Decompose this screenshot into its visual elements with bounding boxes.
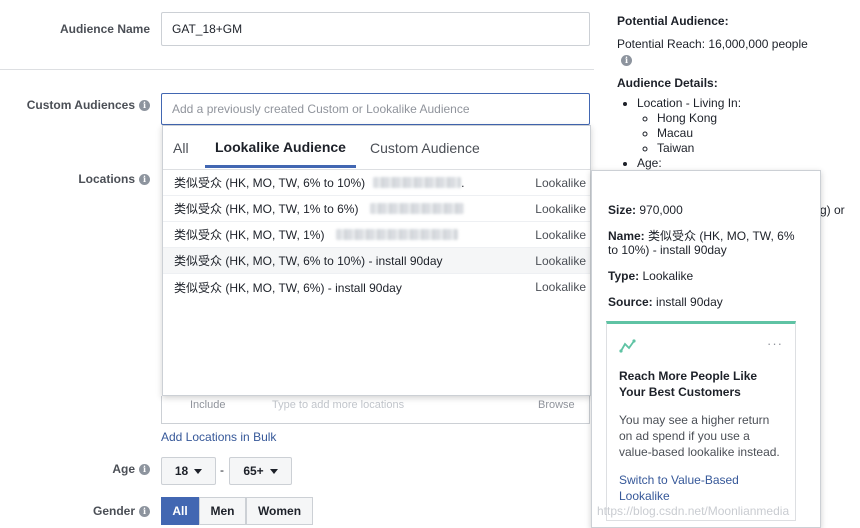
audience-type: Lookalike <box>535 201 586 216</box>
audience-name: 类似受众 (HK, MO, TW, 6%) - install 90day <box>174 280 402 295</box>
link-line: Switch to Value-Based <box>619 473 739 487</box>
audience-type: Lookalike <box>535 227 586 242</box>
gender-men-button[interactable]: Men <box>199 497 246 525</box>
source-label: Source: <box>608 295 653 309</box>
audience-name: 类似受众 (HK, MO, TW, 1% to 6%) <box>174 202 359 216</box>
tooltip-type: Type: Lookalike <box>608 269 693 283</box>
potential-audience-title: Potential Audience: <box>617 14 729 28</box>
audience-dropdown: All Lookalike Audience Custom Audience 类… <box>162 125 591 396</box>
source-value: install 90day <box>656 295 723 309</box>
info-icon[interactable]: i <box>139 100 150 112</box>
audience-name-input[interactable]: GAT_18+GM <box>161 12 590 46</box>
chevron-down-icon <box>194 468 203 474</box>
overflow-detail-text: g) or <box>820 203 845 217</box>
locations-input[interactable]: Include Type to add more locations Brows… <box>161 396 590 424</box>
locations-label-row: Locations i <box>20 172 150 186</box>
audience-details-title: Audience Details: <box>617 75 718 90</box>
custom-audiences-label-row: Custom Audiences i <box>20 98 150 112</box>
location-item: Taiwan <box>657 141 857 156</box>
age-max-select[interactable]: 65+ <box>229 457 292 485</box>
info-icon[interactable]: i <box>139 506 150 518</box>
tab-custom-audience[interactable]: Custom Audience <box>360 128 490 168</box>
audience-type: Lookalike <box>535 253 586 268</box>
age-min-select[interactable]: 18 <box>161 457 216 485</box>
size-value: 970,000 <box>639 203 683 217</box>
browse-button[interactable]: Browse <box>538 399 575 411</box>
location-item: Hong Kong <box>657 111 857 126</box>
audience-type: Lookalike <box>535 175 586 190</box>
list-item[interactable]: 类似受众 (HK, MO, TW, 6%) - install 90day Lo… <box>163 274 590 300</box>
audience-summary: Potential Audience: Potential Reach: 16,… <box>617 14 857 171</box>
switch-to-value-based-link[interactable]: Switch to Value-Based Lookalike <box>619 472 739 504</box>
more-options-icon[interactable]: ··· <box>767 336 783 351</box>
audience-name: 类似受众 (HK, MO, TW, 1%) <box>174 228 325 242</box>
list-item[interactable]: 类似受众 (HK, MO, TW, 6% to 10%). Lookalike <box>163 170 590 196</box>
audience-name: 类似受众 (HK, MO, TW, 6% to 10%) - install 9… <box>174 254 443 268</box>
section-divider <box>0 69 594 70</box>
list-item[interactable]: 类似受众 (HK, MO, TW, 1% to 6%) Lookalike <box>163 196 590 222</box>
include-selector[interactable]: Include <box>190 399 225 411</box>
type-value: Lookalike <box>642 269 694 283</box>
audience-detail-tooltip: Size: 970,000 Name: 类似受众 (HK, MO, TW, 6%… <box>591 170 821 528</box>
custom-audiences-placeholder: Add a previously created Custom or Looka… <box>172 102 470 116</box>
name-value-cont: to 10%) - install 90day <box>608 243 727 257</box>
custom-audiences-label: Custom Audiences <box>26 98 135 112</box>
locations-search-placeholder[interactable]: Type to add more locations <box>272 399 404 411</box>
size-label: Size: <box>608 203 637 217</box>
gender-women-button[interactable]: Women <box>246 497 313 525</box>
audience-details-list: Location - Living In: Hong Kong Macau Ta… <box>617 96 857 171</box>
location-detail: Location - Living In: Hong Kong Macau Ta… <box>637 96 857 156</box>
tab-all[interactable]: All <box>163 128 199 168</box>
tooltip-size: Size: 970,000 <box>608 203 683 217</box>
dropdown-tabs: All Lookalike Audience Custom Audience <box>163 128 590 170</box>
age-label: Age <box>112 462 135 476</box>
audience-name-label: Audience Name <box>59 22 150 36</box>
audience-suffix: . <box>461 175 465 190</box>
locations-label: Locations <box>78 172 135 186</box>
gender-label: Gender <box>92 504 135 518</box>
gender-all-button[interactable]: All <box>161 497 199 525</box>
age-detail: Age: <box>637 156 857 171</box>
list-item[interactable]: 类似受众 (HK, MO, TW, 6% to 10%) - install 9… <box>163 248 590 274</box>
redacted-text <box>336 229 459 240</box>
name-value: 类似受众 (HK, MO, TW, 6% <box>648 229 795 243</box>
type-label: Type: <box>608 269 640 283</box>
tab-lookalike-audience[interactable]: Lookalike Audience <box>205 128 356 168</box>
age-separator: - <box>220 463 224 477</box>
watermark: https://blog.csdn.net/Moonlianmedia <box>597 504 790 518</box>
info-icon[interactable]: i <box>621 54 632 66</box>
tooltip-source: Source: install 90day <box>608 295 723 309</box>
redacted-text <box>370 203 465 214</box>
info-icon[interactable]: i <box>139 174 150 186</box>
chevron-down-icon <box>269 468 278 474</box>
age-min-value: 18 <box>174 464 189 478</box>
audience-name: 类似受众 (HK, MO, TW, 6% to 10%) <box>174 176 366 190</box>
card-title: Reach More People Like Your Best Customer… <box>619 368 789 400</box>
audience-type: Lookalike <box>535 280 586 294</box>
audience-name-value: GAT_18+GM <box>172 22 243 36</box>
list-item[interactable]: 类似受众 (HK, MO, TW, 1%) Lookalike <box>163 222 590 248</box>
age-max-value: 65+ <box>243 464 264 478</box>
add-locations-bulk-link[interactable]: Add Locations in Bulk <box>161 430 276 444</box>
card-body-line: value-based lookalike instead. <box>619 445 780 459</box>
name-label: Name: <box>608 229 645 243</box>
location-detail-label: Location - Living In: <box>637 95 742 110</box>
age-label-row: Age i <box>20 462 150 476</box>
redacted-text <box>373 177 462 188</box>
trend-icon <box>619 339 636 353</box>
tooltip-name: Name: 类似受众 (HK, MO, TW, 6% to 10%) - inst… <box>608 229 808 257</box>
location-item: Macau <box>657 126 857 141</box>
info-icon[interactable]: i <box>139 464 150 476</box>
card-title-line: Reach More People Like <box>619 369 758 383</box>
card-body-line: You may see a higher return <box>619 413 770 427</box>
gender-label-row: Gender i <box>20 504 150 518</box>
card-title-line: Your Best Customers <box>619 385 741 399</box>
card-body-line: on ad spend if you use a <box>619 429 750 443</box>
custom-audiences-input[interactable]: Add a previously created Custom or Looka… <box>161 93 590 125</box>
value-based-lookalike-card: ··· Reach More People Like Your Best Cust… <box>606 321 796 521</box>
card-body: You may see a higher return on ad spend i… <box>619 412 794 460</box>
link-line: Lookalike <box>619 489 670 503</box>
potential-reach: Potential Reach: 16,000,000 people <box>617 37 808 51</box>
